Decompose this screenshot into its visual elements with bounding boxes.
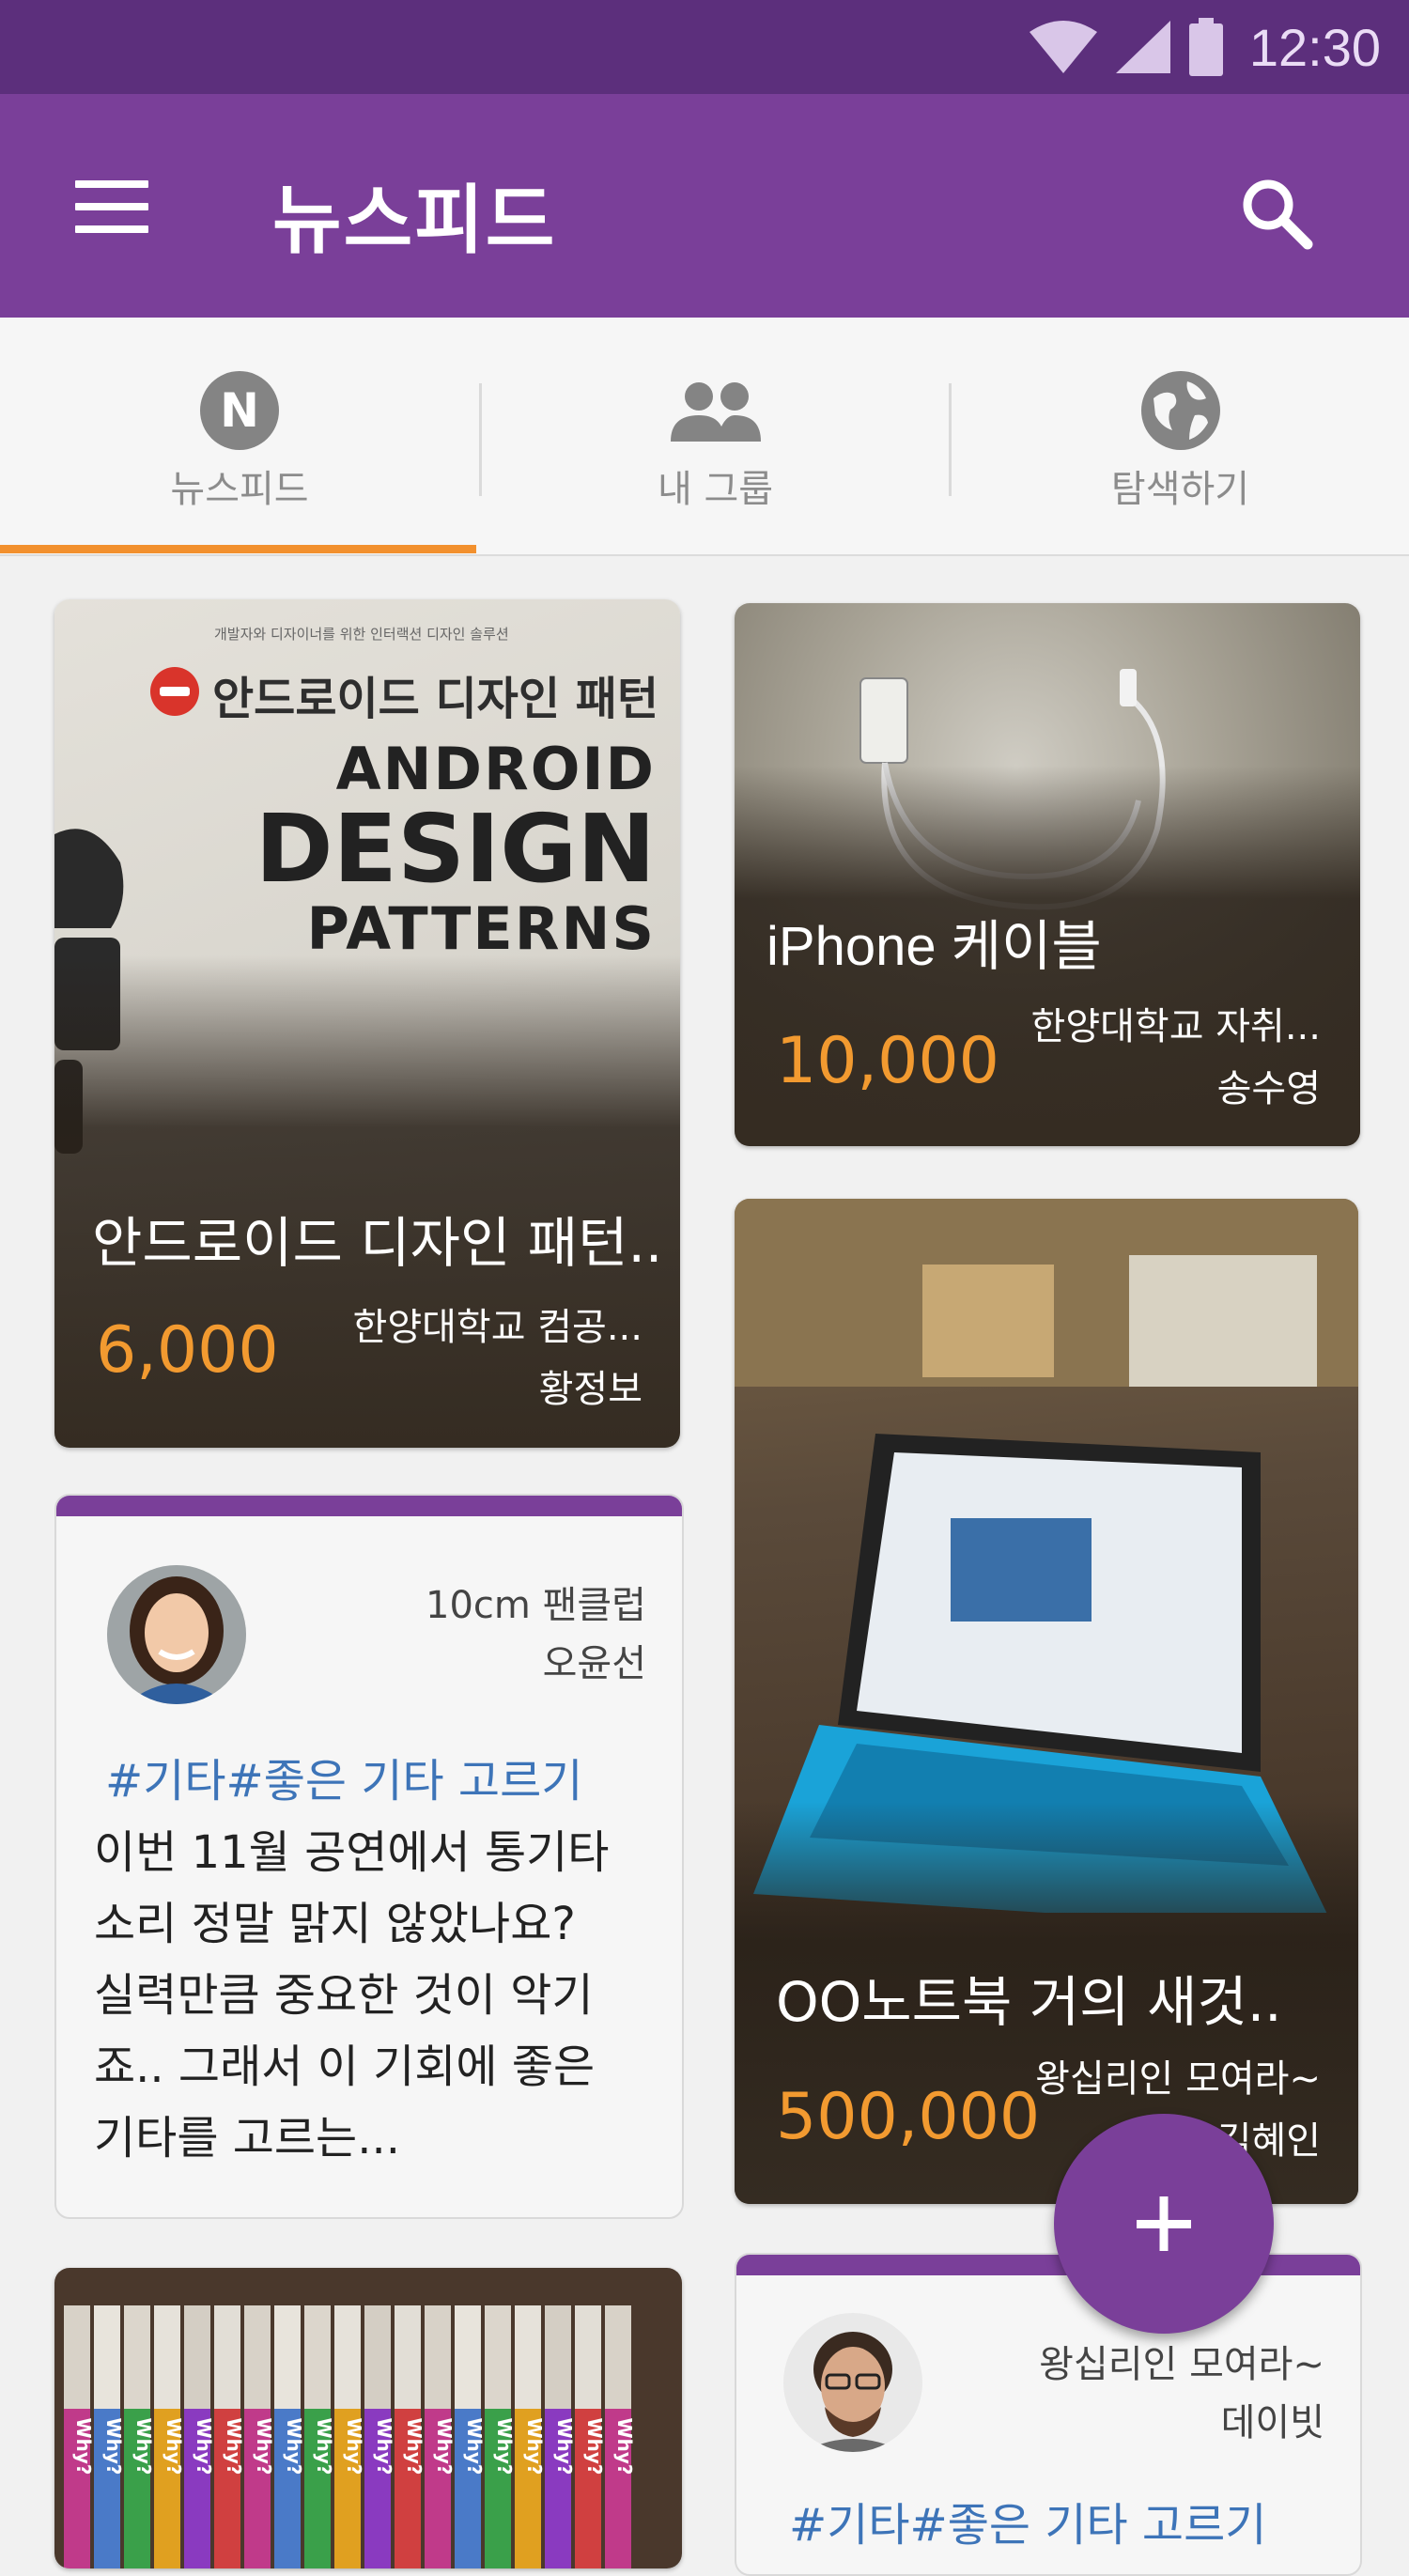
post-meta: 10cm 팬클럽 오윤선: [426, 1576, 646, 1693]
item-group: 한양대학교 자취...: [1030, 1005, 1321, 1048]
avatar-image: [107, 1565, 246, 1704]
item-seller: 송수영: [1216, 1067, 1321, 1110]
feed-item-notebook[interactable]: OO노트북 거의 새것.. 500,000 왕십리인 모여라~ 김혜인: [735, 1199, 1358, 2204]
feed-item-books[interactable]: Why? Why? Why? Why? Why? Why? Why? Why? Why? Why?…: [54, 2268, 682, 2568]
book-spine-label: Why?: [313, 2418, 335, 2475]
books-image: Why? Why? Why? Why? Why? Why? Why? Why? Why? Why?…: [64, 2305, 636, 2568]
book-spine-label: Why?: [253, 2418, 275, 2475]
avatar[interactable]: [107, 1565, 246, 1704]
tab-label: 탐색하기: [1110, 468, 1250, 511]
cover-title-ko: 안드로이드 디자인 패턴: [212, 673, 659, 725]
book-spine-label: Why?: [283, 2418, 305, 2475]
item-seller: 황정보: [538, 1368, 643, 1411]
book-spine-label: Why?: [102, 2418, 125, 2475]
group-icon: [670, 382, 761, 442]
cover-title-en-1: ANDROID: [335, 735, 656, 803]
item-meta: 한양대학교 자취... 송수영: [1031, 996, 1321, 1120]
item-title: OO노트북 거의 새것..: [776, 1970, 1282, 2034]
book-spine-label: Why?: [493, 2418, 516, 2475]
book-spine-label: Why?: [613, 2418, 636, 2475]
tab-selected-indicator: [0, 545, 476, 553]
item-price: 500,000: [776, 2080, 1041, 2154]
avatar[interactable]: [783, 2313, 922, 2452]
tab-bar: N 뉴스피드 내 그룹 탐색하기: [0, 318, 1409, 556]
svg-text:N: N: [220, 383, 259, 438]
tab-my-group[interactable]: 내 그룹: [482, 318, 949, 554]
book-spine-label: Why?: [373, 2418, 395, 2475]
signal-icon: [1115, 21, 1170, 73]
post-hashtags[interactable]: #기타#좋은 기타 고르기: [105, 1744, 582, 1809]
book-spine-label: Why?: [403, 2418, 426, 2475]
item-title: 안드로이드 디자인 패턴..: [92, 1211, 663, 1275]
book-spine-label: Why?: [583, 2418, 606, 2475]
item-image: Why? Why? Why? Why? Why? Why? Why? Why? Why? Why?…: [54, 2268, 682, 2568]
book-spine-label: Why?: [343, 2418, 365, 2475]
plus-icon: [1137, 2196, 1191, 2251]
newsfeed-icon: N: [200, 371, 279, 450]
status-icons: 12:30: [1028, 17, 1381, 77]
cover-top-line: 개발자와 디자이너를 위한 인터랙션 디자인 솔루션: [214, 626, 509, 643]
post-body: 이번 11월 공연에서 통기타 소리 정말 맑지 않았나요? 실력만큼 중요한 …: [94, 1826, 610, 2165]
item-group: 왕십리인 모여라~: [1035, 2057, 1321, 2101]
tab-explore[interactable]: 탐색하기: [952, 318, 1409, 554]
tab-label: 내 그룹: [657, 468, 774, 511]
logo-icon: [150, 667, 199, 716]
post-accent-bar: [56, 1496, 682, 1516]
globe-icon: [1140, 371, 1220, 450]
feed-item-post[interactable]: 10cm 팬클럽 오윤선 #기타#좋은 기타 고르기 이번 11월 공연에서 통…: [54, 1494, 684, 2219]
cover-title-en-3: PATTERNS: [306, 894, 656, 963]
item-price: 10,000: [776, 1024, 999, 1098]
book-spine-label: Why?: [132, 2418, 155, 2475]
add-button[interactable]: [1054, 2114, 1274, 2334]
cover-title-en-2: DESIGN: [255, 794, 656, 904]
status-bar: 12:30: [0, 0, 1409, 94]
book-spine-label: Why?: [553, 2418, 576, 2475]
item-group: 한양대학교 컴공...: [352, 1306, 643, 1349]
page-title: 뉴스피드: [272, 177, 557, 264]
item-title: iPhone 케이블: [766, 916, 1102, 977]
post-hashtags[interactable]: #기타#좋은 기타 고르기: [789, 2488, 1266, 2553]
tab-newsfeed[interactable]: N 뉴스피드: [0, 318, 479, 554]
feed-item-cable[interactable]: iPhone 케이블 10,000 한양대학교 자취... 송수영: [735, 603, 1360, 1146]
book-spine-label: Why?: [163, 2418, 185, 2475]
book-spine-label: Why?: [72, 2418, 95, 2475]
post-group: 10cm 팬클럽: [426, 1584, 646, 1627]
tab-label: 뉴스피드: [170, 468, 309, 511]
item-meta: 한양대학교 컴공... 황정보: [353, 1296, 643, 1420]
menu-icon[interactable]: [75, 180, 148, 233]
book-spine-label: Why?: [433, 2418, 456, 2475]
post-author: 오윤선: [542, 1642, 646, 1685]
post-group: 왕십리인 모여라~: [1039, 2343, 1324, 2386]
status-time: 12:30: [1248, 17, 1381, 77]
feed-item-book[interactable]: 개발자와 디자이너를 위한 인터랙션 디자인 솔루션 안드로이드 디자인 패턴 …: [54, 599, 680, 1448]
book-spine-label: Why?: [523, 2418, 546, 2475]
book-spine-label: Why?: [223, 2418, 245, 2475]
book-spine-label: Why?: [463, 2418, 486, 2475]
item-price: 6,000: [96, 1313, 279, 1388]
wifi-icon: [1029, 21, 1097, 73]
search-icon[interactable]: [1238, 175, 1313, 250]
post-author: 데이빗: [1220, 2401, 1324, 2444]
avatar-image: [783, 2313, 922, 2452]
book-spine-label: Why?: [193, 2418, 215, 2475]
battery-icon: [1188, 18, 1223, 76]
app-bar: 뉴스피드: [0, 94, 1409, 318]
cover-title-en: ANDROID DESIGN PATTERNS: [255, 740, 656, 958]
post-meta: 왕십리인 모여라~ 데이빗: [1039, 2335, 1324, 2452]
